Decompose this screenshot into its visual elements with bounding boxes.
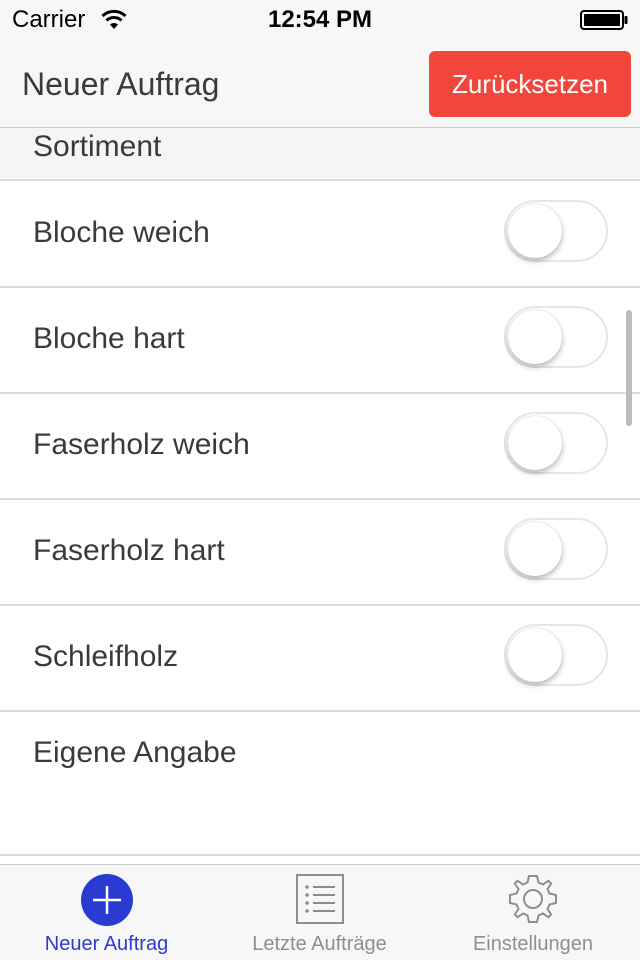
plus-circle-icon: [80, 874, 133, 926]
tab-label: Neuer Auftrag: [44, 933, 169, 955]
reset-button[interactable]: Zurücksetzen: [429, 51, 631, 117]
schleifholz-toggle[interactable]: [504, 624, 608, 686]
toggle-knob: [508, 310, 562, 364]
clock: 12:54 PM: [267, 6, 373, 33]
status-bar: Carrier 12:54 PM: [0, 0, 640, 40]
toggle-knob: [508, 628, 562, 682]
sortiment-list[interactable]: Sortiment Bloche weich Bloche hart Faser…: [0, 128, 640, 864]
tab-label: Einstellungen: [472, 933, 594, 955]
bloche-weich-toggle[interactable]: [504, 200, 608, 262]
list-item: Bloche hart: [0, 288, 640, 394]
scroll-indicator: [626, 310, 632, 426]
list-icon: [295, 874, 344, 924]
row-label: Faserholz hart: [33, 534, 225, 567]
tab-bar: Neuer Auftrag Letzte Aufträge Einstellun…: [0, 864, 640, 960]
battery-icon: [580, 10, 628, 30]
tab-label: Letzte Aufträge: [252, 933, 387, 955]
faserholz-hart-toggle[interactable]: [504, 518, 608, 580]
section-header: Sortiment: [0, 128, 640, 181]
list-item: Faserholz weich: [0, 394, 640, 500]
row-label: Eigene Angabe: [33, 736, 237, 769]
tab-letzte-auftraege[interactable]: Letzte Aufträge: [213, 865, 426, 960]
row-label: Faserholz weich: [33, 428, 250, 461]
toggle-knob: [508, 416, 562, 470]
gear-icon: [509, 875, 557, 923]
page-title: Neuer Auftrag: [22, 66, 220, 102]
tab-neuer-auftrag[interactable]: Neuer Auftrag: [0, 865, 213, 960]
navigation-bar: Neuer Auftrag Zurücksetzen: [0, 40, 640, 128]
toggle-knob: [508, 522, 562, 576]
list-item: Schleifholz: [0, 606, 640, 712]
row-label: Bloche weich: [33, 216, 210, 249]
eigene-angabe-row[interactable]: Eigene Angabe: [0, 712, 640, 856]
toggle-knob: [508, 204, 562, 258]
faserholz-weich-toggle[interactable]: [504, 412, 608, 474]
bloche-hart-toggle[interactable]: [504, 306, 608, 368]
tab-einstellungen[interactable]: Einstellungen: [426, 865, 640, 960]
section-title: Sortiment: [33, 130, 162, 163]
row-label: Bloche hart: [33, 322, 185, 355]
list-item: Faserholz hart: [0, 500, 640, 606]
list-item: Bloche weich: [0, 182, 640, 288]
row-label: Schleifholz: [33, 640, 179, 673]
